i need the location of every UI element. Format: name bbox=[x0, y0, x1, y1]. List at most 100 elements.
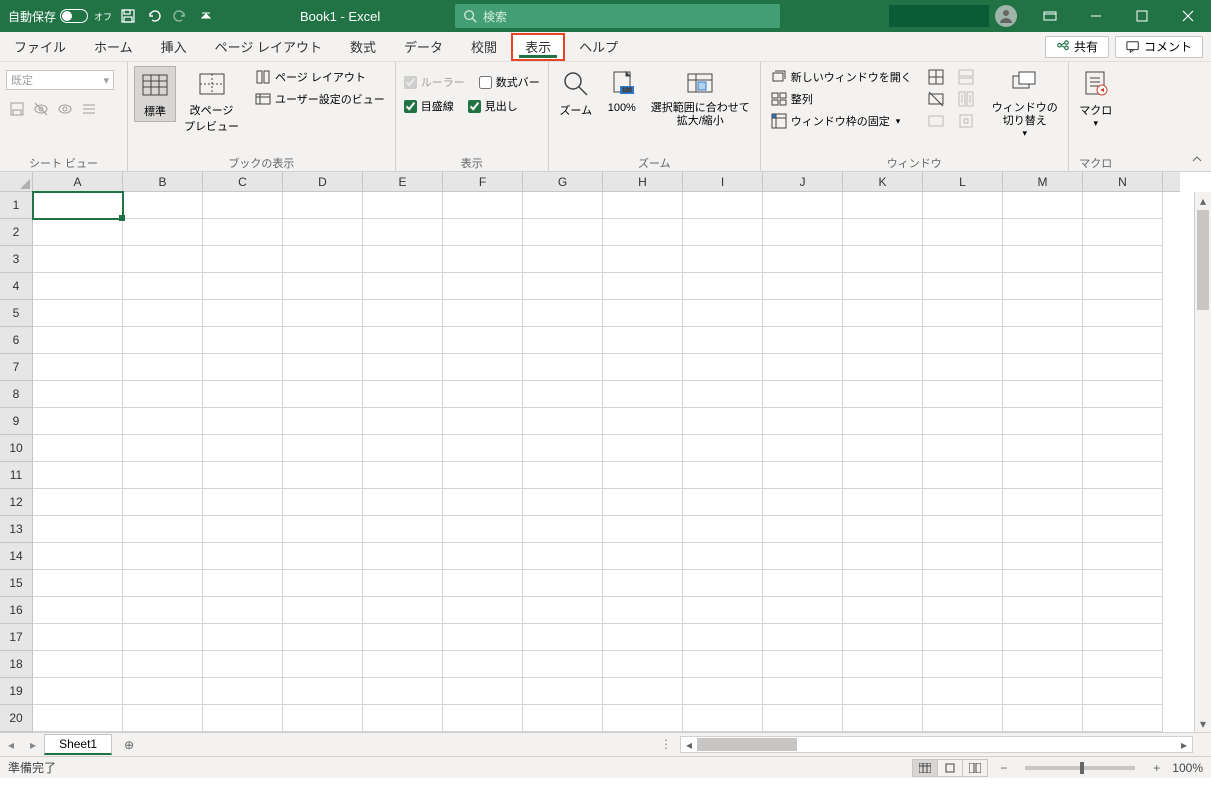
cell[interactable] bbox=[603, 354, 683, 381]
cell[interactable] bbox=[763, 435, 843, 462]
zoom-in-button[interactable]: + bbox=[1149, 761, 1164, 775]
cell[interactable] bbox=[283, 597, 363, 624]
cell[interactable] bbox=[283, 354, 363, 381]
zoom-out-button[interactable]: − bbox=[996, 761, 1011, 775]
cell[interactable] bbox=[283, 327, 363, 354]
cell[interactable] bbox=[923, 354, 1003, 381]
cell[interactable] bbox=[33, 678, 123, 705]
cell[interactable] bbox=[603, 678, 683, 705]
zoom-100-button[interactable]: 100 100% bbox=[601, 66, 643, 116]
cell[interactable] bbox=[33, 543, 123, 570]
cell[interactable] bbox=[203, 624, 283, 651]
cell[interactable] bbox=[283, 624, 363, 651]
cell[interactable] bbox=[523, 516, 603, 543]
cell[interactable] bbox=[33, 381, 123, 408]
cell[interactable] bbox=[683, 273, 763, 300]
cell[interactable] bbox=[523, 246, 603, 273]
formulabar-checkbox[interactable]: 数式バー bbox=[477, 72, 542, 92]
cell[interactable] bbox=[203, 327, 283, 354]
zoom-level[interactable]: 100% bbox=[1172, 761, 1203, 775]
cell[interactable] bbox=[843, 300, 923, 327]
redo-button[interactable] bbox=[170, 6, 190, 26]
cell[interactable] bbox=[443, 543, 523, 570]
cell[interactable] bbox=[443, 516, 523, 543]
cell[interactable] bbox=[683, 705, 763, 732]
cell[interactable] bbox=[1003, 624, 1083, 651]
cell[interactable] bbox=[363, 435, 443, 462]
select-all-corner[interactable] bbox=[0, 172, 33, 192]
cell[interactable] bbox=[203, 678, 283, 705]
cell[interactable] bbox=[33, 435, 123, 462]
cell[interactable] bbox=[923, 381, 1003, 408]
freeze-button[interactable]: ウィンドウ枠の固定 ▾ bbox=[767, 110, 916, 132]
cell[interactable] bbox=[843, 570, 923, 597]
row-header[interactable]: 1 bbox=[0, 192, 33, 219]
column-header[interactable]: L bbox=[923, 172, 1003, 192]
row-header[interactable]: 15 bbox=[0, 570, 33, 597]
column-header[interactable]: G bbox=[523, 172, 603, 192]
cell[interactable] bbox=[123, 570, 203, 597]
cell[interactable] bbox=[683, 462, 763, 489]
cell[interactable] bbox=[683, 246, 763, 273]
cell[interactable] bbox=[1083, 300, 1163, 327]
hscroll-thumb[interactable] bbox=[697, 738, 797, 751]
sheet-tab-active[interactable]: Sheet1 bbox=[44, 734, 112, 755]
cell[interactable] bbox=[203, 516, 283, 543]
row-header[interactable]: 7 bbox=[0, 354, 33, 381]
cell[interactable] bbox=[283, 435, 363, 462]
cell[interactable] bbox=[683, 381, 763, 408]
cell[interactable] bbox=[123, 489, 203, 516]
cell[interactable] bbox=[843, 462, 923, 489]
row-header[interactable]: 11 bbox=[0, 462, 33, 489]
row-header[interactable]: 5 bbox=[0, 300, 33, 327]
cell[interactable] bbox=[763, 354, 843, 381]
cell[interactable] bbox=[523, 678, 603, 705]
cell[interactable] bbox=[203, 354, 283, 381]
cell[interactable] bbox=[1083, 381, 1163, 408]
cell[interactable] bbox=[763, 678, 843, 705]
sheetview-dropdown[interactable]: 既定 ▾ bbox=[6, 70, 114, 90]
zoom-selection-button[interactable]: 選択範囲に合わせて 拡大/縮小 bbox=[647, 66, 754, 130]
row-header[interactable]: 16 bbox=[0, 597, 33, 624]
cell[interactable] bbox=[763, 543, 843, 570]
cell[interactable] bbox=[123, 300, 203, 327]
cell[interactable] bbox=[923, 624, 1003, 651]
syncscroll-button[interactable] bbox=[954, 88, 978, 110]
undo-button[interactable] bbox=[144, 6, 164, 26]
cell[interactable] bbox=[1003, 408, 1083, 435]
cell[interactable] bbox=[763, 192, 843, 219]
cell[interactable] bbox=[203, 246, 283, 273]
cell[interactable] bbox=[1083, 489, 1163, 516]
cell[interactable] bbox=[523, 462, 603, 489]
cell[interactable] bbox=[1003, 219, 1083, 246]
cell[interactable] bbox=[603, 651, 683, 678]
cell[interactable] bbox=[203, 273, 283, 300]
cell[interactable] bbox=[843, 651, 923, 678]
cell[interactable] bbox=[123, 516, 203, 543]
collapse-ribbon-button[interactable] bbox=[1191, 153, 1207, 169]
cell[interactable] bbox=[763, 462, 843, 489]
cell[interactable] bbox=[1003, 543, 1083, 570]
row-header[interactable]: 2 bbox=[0, 219, 33, 246]
cell[interactable] bbox=[843, 408, 923, 435]
account-icon[interactable] bbox=[995, 5, 1017, 27]
cell[interactable] bbox=[283, 543, 363, 570]
switchwindow-button[interactable]: ウィンドウの 切り替え ▾ bbox=[988, 66, 1062, 141]
cell[interactable] bbox=[443, 354, 523, 381]
cell[interactable] bbox=[363, 543, 443, 570]
cell[interactable] bbox=[603, 516, 683, 543]
save-button[interactable] bbox=[118, 6, 138, 26]
cell[interactable] bbox=[603, 381, 683, 408]
cell[interactable] bbox=[683, 516, 763, 543]
cell[interactable] bbox=[363, 570, 443, 597]
cell[interactable] bbox=[123, 192, 203, 219]
cell[interactable] bbox=[603, 435, 683, 462]
cell[interactable] bbox=[283, 516, 363, 543]
cell[interactable] bbox=[363, 516, 443, 543]
cell[interactable] bbox=[203, 705, 283, 732]
cell[interactable] bbox=[443, 381, 523, 408]
newwindow-button[interactable]: 新しいウィンドウを開く bbox=[767, 66, 916, 88]
tab-insert[interactable]: 挿入 bbox=[147, 32, 201, 62]
cell[interactable] bbox=[363, 462, 443, 489]
tab-pagelayout[interactable]: ページ レイアウト bbox=[201, 32, 336, 62]
